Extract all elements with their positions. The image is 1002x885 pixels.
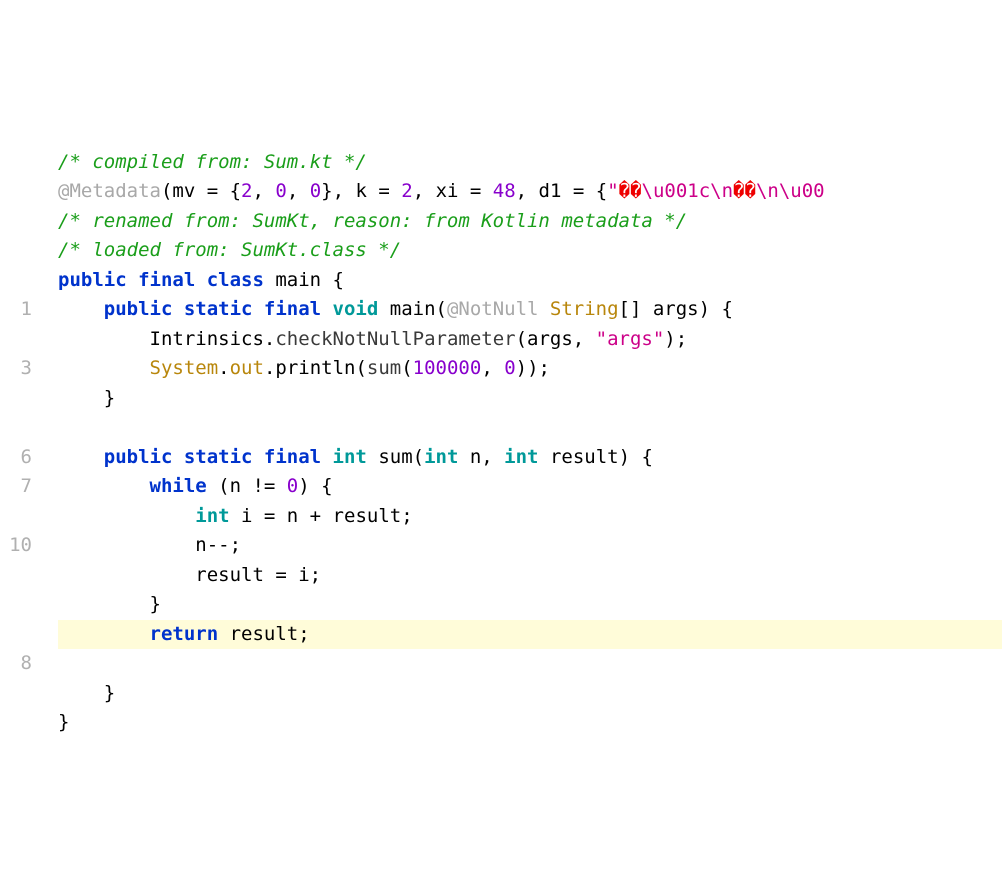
- code-text: ) {: [298, 475, 332, 497]
- code-line: while (n != 0) {: [58, 475, 333, 497]
- code-text: (mv = {: [161, 180, 241, 202]
- gutter-line: 7: [21, 475, 32, 497]
- line-gutter: 1 3 6 7 10 8: [0, 118, 42, 738]
- brace: }: [104, 387, 115, 409]
- code-text: .: [218, 357, 229, 379]
- code-line: }: [58, 387, 115, 409]
- gutter-line: 10: [9, 534, 32, 556]
- brace: }: [150, 593, 161, 615]
- class-ref: System: [150, 357, 219, 379]
- keyword: public static final: [104, 446, 333, 468]
- keyword: public static final: [104, 298, 333, 320]
- code-text: , d1 = {: [516, 180, 608, 202]
- code-text: n--;: [195, 534, 241, 556]
- code-text: (n !=: [207, 475, 287, 497]
- code-line: /* compiled from: Sum.kt */: [58, 151, 367, 173]
- code-text: .println(: [264, 357, 367, 379]
- type: void: [333, 298, 379, 320]
- comment: /* renamed from: SumKt, reason: from Kot…: [58, 210, 687, 232]
- string: ": [607, 180, 618, 202]
- code-line: }: [58, 682, 115, 704]
- code-text: ));: [516, 357, 550, 379]
- type: int: [424, 446, 458, 468]
- code-content[interactable]: /* compiled from: Sum.kt */ @Metadata(mv…: [42, 118, 1002, 738]
- code-text: );: [664, 328, 687, 350]
- number: 0: [275, 180, 286, 202]
- code-line: Intrinsics.checkNotNullParameter(args, "…: [58, 328, 687, 350]
- code-line: @Metadata(mv = {2, 0, 0}, k = 2, xi = 48…: [58, 180, 825, 202]
- escape-char: ��: [619, 180, 642, 202]
- code-text: [] args) {: [619, 298, 733, 320]
- code-text: result;: [218, 623, 310, 645]
- number: 2: [401, 180, 412, 202]
- code-line: /* loaded from: SumKt.class */: [58, 239, 401, 261]
- code-line: public static final int sum(int n, int r…: [58, 446, 653, 468]
- class-name: main {: [264, 269, 344, 291]
- string: "args": [596, 328, 665, 350]
- code-line: int i = n + result;: [58, 505, 413, 527]
- code-text: Intrinsics.: [150, 328, 276, 350]
- gutter-line: 1: [21, 298, 32, 320]
- number: 100000: [413, 357, 482, 379]
- code-line: /* renamed from: SumKt, reason: from Kot…: [58, 210, 687, 232]
- code-line: System.out.println(sum(100000, 0));: [58, 357, 550, 379]
- type: int: [195, 505, 229, 527]
- code-text: , xi =: [413, 180, 493, 202]
- code-text: ,: [252, 180, 275, 202]
- code-line: public static final void main(@NotNull S…: [58, 298, 733, 320]
- code-text: (: [401, 357, 412, 379]
- code-line: public final class main {: [58, 269, 344, 291]
- code-line: }: [58, 593, 161, 615]
- code-text: n,: [458, 446, 504, 468]
- number: 48: [493, 180, 516, 202]
- method-call: sum: [367, 357, 401, 379]
- escape-char: ��: [733, 180, 756, 202]
- number: 2: [241, 180, 252, 202]
- code-text: ,: [287, 180, 310, 202]
- method-name: main(: [378, 298, 447, 320]
- type: int: [333, 446, 367, 468]
- field: out: [230, 357, 264, 379]
- type: int: [504, 446, 538, 468]
- code-text: }, k =: [321, 180, 401, 202]
- code-editor: 1 3 6 7 10 8 /* compiled from: Sum.kt */…: [0, 118, 1002, 738]
- gutter-line: 3: [21, 357, 32, 379]
- code-text: ,: [481, 357, 504, 379]
- annotation: @Metadata: [58, 180, 161, 202]
- highlighted-line: return result;: [58, 620, 1002, 650]
- number: 0: [310, 180, 321, 202]
- string: \u001c\n: [642, 180, 734, 202]
- keyword: while: [150, 475, 207, 497]
- code-line: result = i;: [58, 564, 321, 586]
- code-line: n--;: [58, 534, 241, 556]
- keyword: public final class: [58, 269, 264, 291]
- brace: }: [104, 682, 115, 704]
- number: 0: [504, 357, 515, 379]
- code-line: }: [58, 711, 69, 733]
- comment: /* loaded from: SumKt.class */: [58, 239, 401, 261]
- keyword: return: [150, 623, 219, 645]
- method-name: sum(: [367, 446, 424, 468]
- code-text: i = n + result;: [230, 505, 413, 527]
- type: String: [550, 298, 619, 320]
- gutter-line: 8: [21, 652, 32, 674]
- string: \n\u00: [756, 180, 825, 202]
- code-text: result = i;: [195, 564, 321, 586]
- number: 0: [287, 475, 298, 497]
- gutter-line: 6: [21, 446, 32, 468]
- comment: /* compiled from: Sum.kt */: [58, 151, 367, 173]
- annotation: @NotNull: [447, 298, 550, 320]
- code-text: (args,: [516, 328, 596, 350]
- method-call: checkNotNullParameter: [275, 328, 515, 350]
- brace: }: [58, 711, 69, 733]
- code-text: result) {: [539, 446, 653, 468]
